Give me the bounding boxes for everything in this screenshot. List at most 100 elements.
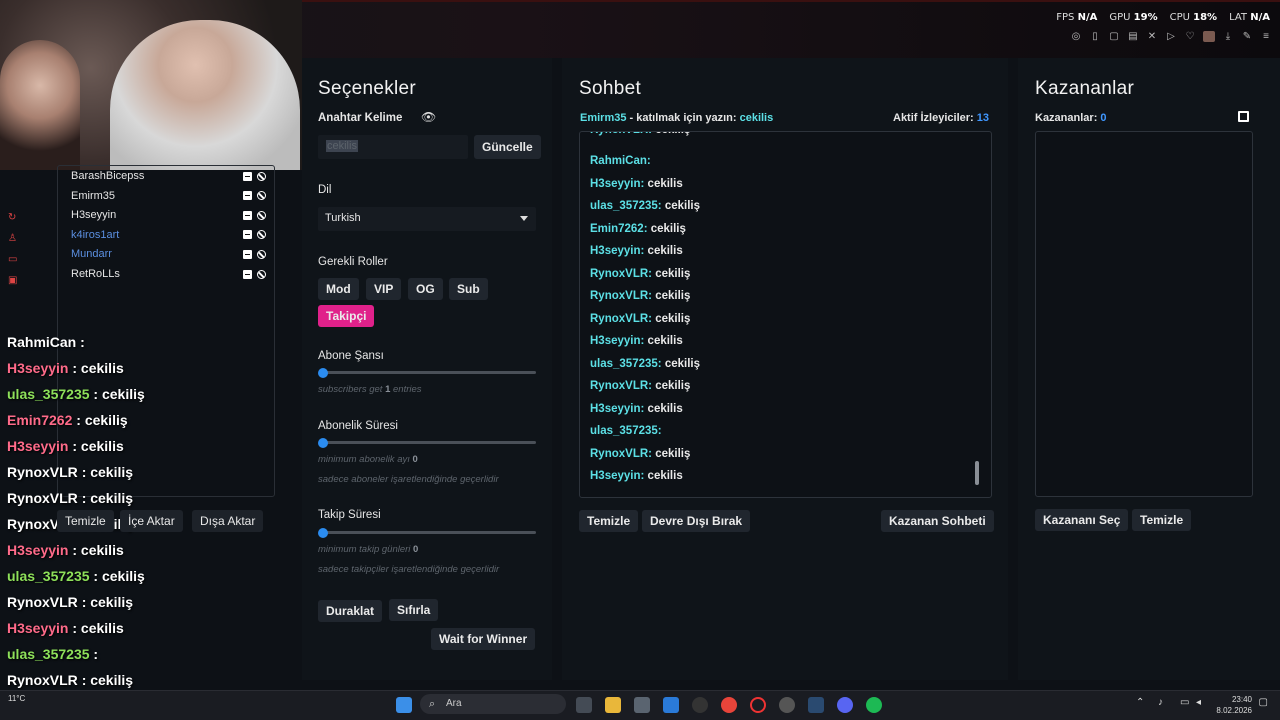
webcam-overlay [0,0,302,170]
overlay-chat-line: RynoxVLR : cekiliş [7,464,134,480]
pause-button[interactable]: Duraklat [318,600,383,622]
chat-message: RynoxVLR: cekiliş [590,312,691,325]
winners-count: Kazananlar: 0 [1035,112,1107,124]
ai-icon[interactable]: ✎ [1241,31,1253,42]
wait-for-winner-button[interactable]: Wait for Winner [431,628,536,650]
overlay-chat-line: H3seyyin : cekilis [7,542,124,558]
remove-icon[interactable] [243,249,252,259]
export-button[interactable]: Dışa Aktar [192,510,264,532]
outlook-icon[interactable] [663,697,679,713]
mic-icon[interactable]: ♪ [1158,697,1163,708]
participant-row: Mundarr [71,245,266,263]
ban-icon[interactable] [257,249,266,259]
participant-row: BarashBicepss [71,167,266,185]
bookmark-icon[interactable]: ▯ [1089,31,1101,42]
discord-icon[interactable] [837,697,853,713]
app-icon[interactable] [779,697,795,713]
weather-widget[interactable]: 11°C [8,694,25,703]
remove-icon[interactable] [243,191,252,201]
eye-icon[interactable]: 👁 [421,110,436,124]
chat-message: H3seyyin: cekilis [590,245,683,257]
language-value: Turkish [325,212,361,224]
remove-icon[interactable] [243,230,252,240]
ban-icon[interactable] [257,191,266,201]
winners-title: Kazananlar [1035,78,1135,99]
role-follower-button[interactable]: Takipçi [318,305,375,327]
filter-icon[interactable]: ▤ [1127,31,1139,42]
copy-icon[interactable] [1238,111,1249,122]
steam-icon[interactable] [692,697,708,713]
chat-message: H3seyyin: cekilis [590,470,683,482]
role-og-button[interactable]: OG [408,278,443,300]
chat-scrollbar[interactable] [975,461,979,485]
follow-duration-slider[interactable] [322,531,536,534]
task-view-icon[interactable] [576,697,592,713]
ban-icon[interactable] [257,230,266,240]
refresh-icon[interactable]: ↻ [8,212,17,223]
keyword-label: Anahtar Kelime [318,112,403,124]
store-icon[interactable] [634,697,650,713]
opera-icon[interactable] [750,697,766,713]
notification-icon[interactable]: ▢ [1259,697,1268,708]
sub-duration-hint: minimum abonelik ayı 0 [318,454,418,465]
sub-duration-knob[interactable] [318,438,328,448]
sub-duration-slider[interactable] [322,441,536,444]
remove-icon[interactable] [243,269,252,279]
keyword-input[interactable]: cekilis [318,135,468,159]
role-sub-button[interactable]: Sub [449,278,488,300]
sub-chance-hint: subscribers get 1 entries [318,384,422,395]
menu-icon[interactable]: ≡ [1260,31,1272,42]
chat-message: RynoxVLR: cekiliş [590,290,691,302]
ban-icon[interactable] [257,269,266,279]
chat-icon[interactable]: ▭ [8,254,17,265]
webcam-person-left [0,40,80,170]
follow-duration-knob[interactable] [318,528,328,538]
play-icon[interactable]: ▷ [1165,31,1177,42]
chat-log[interactable]: RynoxVLR: cekiliş RahmiCan: H3seyyin: ce… [579,131,992,498]
keyword-value: cekilis [326,140,358,152]
chevron-down-icon [520,216,528,221]
pick-winner-button[interactable]: Kazananı Seç [1035,509,1129,531]
chat-message: Emin7262: cekiliş [590,222,686,235]
file-explorer-icon[interactable] [605,697,621,713]
remove-icon[interactable] [243,210,252,220]
overlay-chat-line: ulas_357235 : cekiliş [7,568,145,584]
box-icon[interactable]: ▣ [8,275,17,286]
language-select[interactable]: Turkish [318,207,536,231]
sub-chance-knob[interactable] [318,368,328,378]
sub-chance-slider[interactable] [322,371,536,374]
role-mod-button[interactable]: Mod [318,278,359,300]
camera-icon[interactable]: ◎ [1070,31,1082,42]
remove-icon[interactable] [243,171,252,181]
update-button[interactable]: Güncelle [474,135,541,159]
winner-chat-button[interactable]: Kazanan Sohbeti [881,510,994,532]
overlay-chat-line: RynoxVLR : cekiliş [7,594,134,610]
clock[interactable]: 23:40 8.02.2026 [1216,694,1252,716]
chat-message: ulas_357235: cekiliş [590,200,700,212]
tray-chevron-icon[interactable]: ⌃ [1136,697,1144,708]
import-button[interactable]: İçe Aktar [120,510,183,532]
disable-button[interactable]: Devre Dışı Bırak [642,510,751,532]
participants-clear-button[interactable]: Temizle [57,510,114,532]
search-box[interactable]: ⌕ Ara [420,694,566,714]
user-icon[interactable]: ♙ [8,233,17,244]
screenshot-icon[interactable]: ▢ [1108,31,1120,42]
winners-clear-button[interactable]: Temizle [1132,509,1192,531]
role-vip-button[interactable]: VIP [366,278,402,300]
heart-icon[interactable]: ♡ [1184,31,1196,42]
ban-icon[interactable] [257,171,266,181]
chat-clear-button[interactable]: Temizle [579,510,639,532]
ban-icon[interactable] [257,210,266,220]
start-icon[interactable] [396,697,412,713]
avatar-icon[interactable] [1203,31,1215,42]
volume-icon[interactable]: ◂ [1196,697,1201,708]
overlay-chat-line: H3seyyin : cekilis [7,360,124,376]
chrome-icon[interactable] [721,697,737,713]
spotify-icon[interactable] [866,697,882,713]
translate-icon[interactable]: ✕ [1146,31,1158,42]
reset-button[interactable]: Sıfırla [389,599,439,621]
steam-client-icon[interactable] [808,697,824,713]
download-icon[interactable]: ⤓ [1222,31,1234,42]
network-icon[interactable]: ▭ [1180,697,1189,708]
chat-message: RynoxVLR: cekiliş [590,380,691,392]
